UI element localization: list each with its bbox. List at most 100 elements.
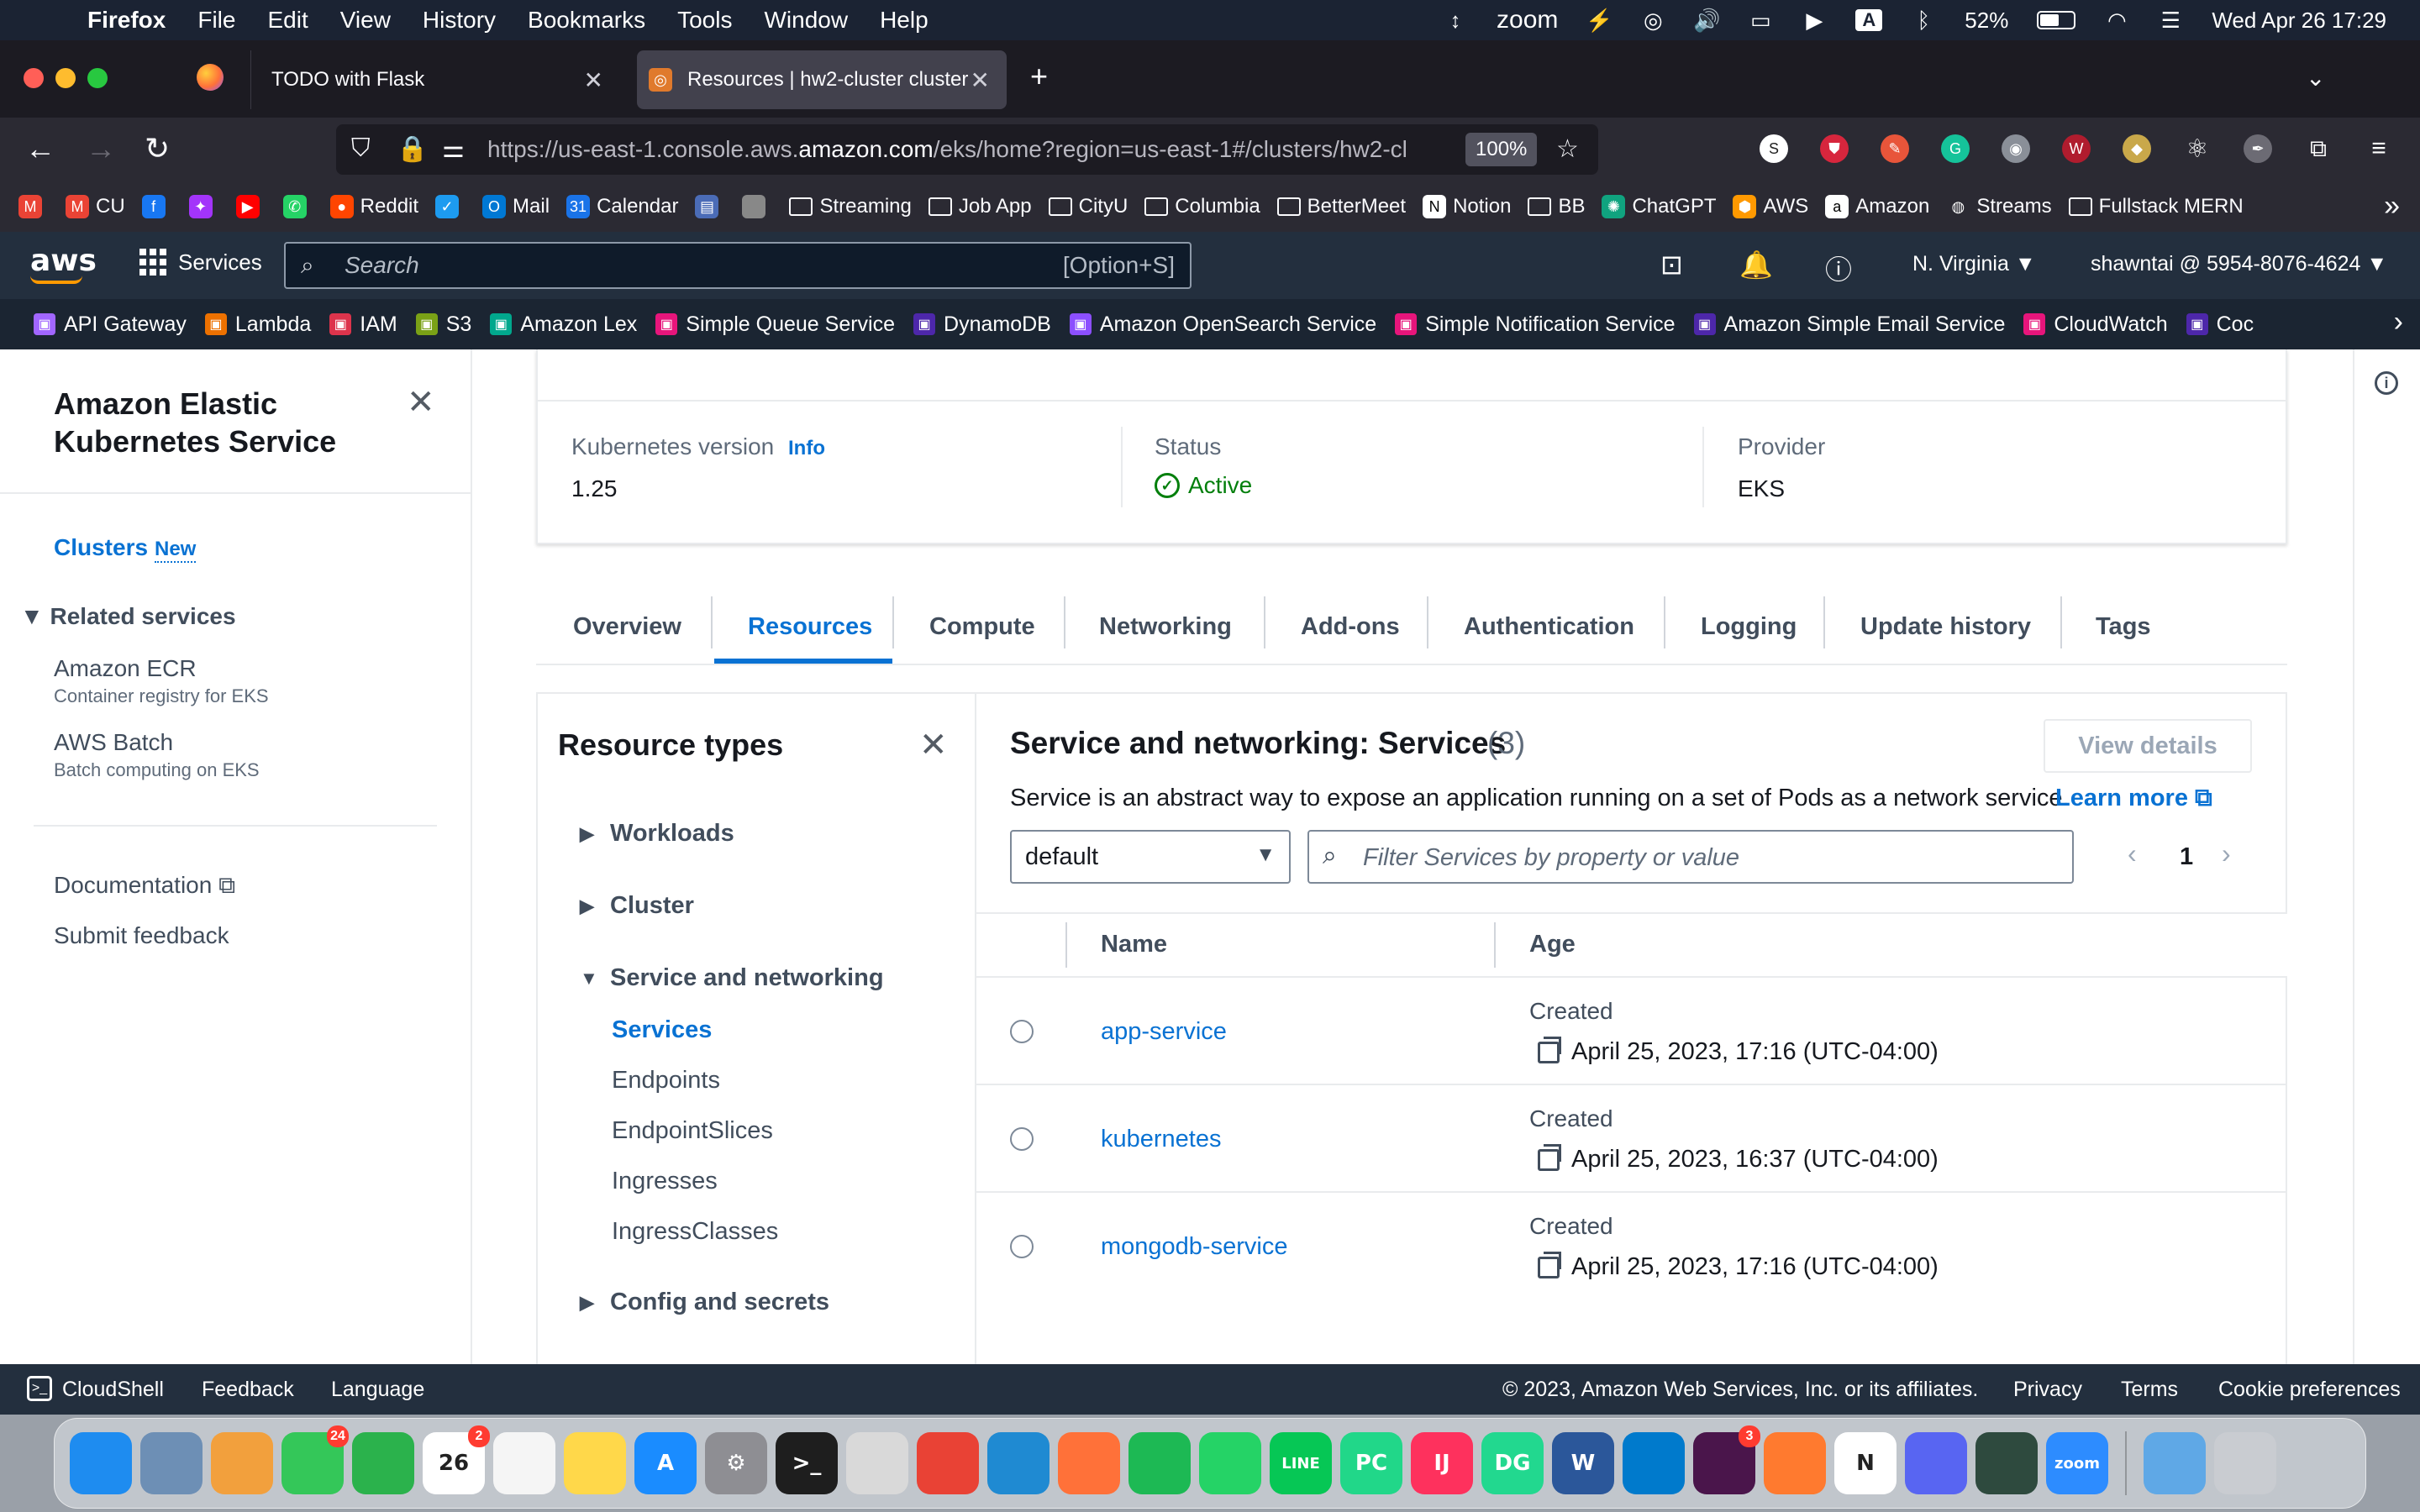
aws-favorite-item[interactable]: ▣ Amazon Simple Email Service (1693, 312, 2005, 337)
footer-cookie-preferences[interactable]: Cookie preferences (2218, 1378, 2401, 1402)
extensions-puzzle-icon[interactable]: ⧉ (2304, 134, 2333, 163)
bookmark-item[interactable]: M (18, 195, 49, 218)
bookmark-item[interactable]: ◍ Streams (1946, 195, 2051, 218)
stats-icon[interactable]: ↕ (1443, 8, 1468, 33)
learn-more-link[interactable]: Learn more ⧉ (2055, 785, 2212, 812)
window-close-button[interactable] (24, 68, 44, 88)
wifi-icon[interactable]: ◠ (2104, 8, 2129, 33)
more-bookmarks-icon[interactable]: » (2384, 190, 2400, 223)
finder-icon[interactable] (70, 1432, 132, 1494)
aws-search-box[interactable]: ⌕ [Option+S] (284, 242, 1192, 289)
aws-favorite-item[interactable]: ▣ API Gateway (34, 312, 187, 337)
resource-group-config-secrets[interactable]: ▶ Config and secrets (580, 1289, 829, 1316)
view-details-button[interactable]: View details (2044, 719, 2252, 773)
aws-favorite-item[interactable]: ▣ Lambda (204, 312, 311, 337)
discord-icon[interactable] (1905, 1432, 1967, 1494)
services-filter-input[interactable] (1363, 842, 2052, 874)
close-nav-icon[interactable]: ✕ (407, 383, 435, 422)
row-select-radio[interactable] (1010, 1020, 1034, 1043)
control-center-icon[interactable]: ☰ (2158, 8, 2183, 33)
current-page[interactable]: 1 (2180, 843, 2193, 871)
git-app-icon[interactable] (1975, 1432, 2038, 1494)
column-header-name[interactable]: Name (1101, 931, 1167, 958)
bookmark-item[interactable]: O Mail (482, 195, 550, 218)
notes-icon[interactable] (564, 1432, 626, 1494)
bluetooth-alt-icon[interactable]: ⚡ (1586, 8, 1612, 33)
aws-search-input[interactable] (345, 250, 933, 281)
sidenav-item-batch[interactable]: AWS Batch (54, 729, 173, 756)
bookmark-item[interactable]: Job App (928, 195, 1032, 218)
extension-pen-icon[interactable]: ✎ (1881, 134, 1909, 163)
extension-glasses-icon[interactable]: ◉ (2002, 134, 2030, 163)
tab-close-icon[interactable]: ✕ (971, 66, 990, 94)
copy-icon[interactable] (1538, 1143, 1561, 1171)
info-panel-icon[interactable]: i (2375, 371, 2398, 395)
tab-update-history[interactable]: Update history (1860, 588, 2031, 665)
resource-group-workloads[interactable]: ▶ Workloads (580, 820, 734, 848)
tab-tags[interactable]: Tags (2096, 588, 2151, 665)
messages-icon[interactable]: 24 (281, 1425, 349, 1494)
facetime-icon[interactable] (352, 1432, 414, 1494)
related-services-toggle[interactable]: ▼ Related services (20, 603, 236, 630)
whatsapp-icon[interactable] (1199, 1432, 1261, 1494)
bookmark-item[interactable]: ● Reddit (329, 195, 418, 218)
reload-icon[interactable]: ↻ (145, 131, 170, 166)
aws-logo[interactable]: aws (30, 244, 97, 278)
downloads-icon[interactable] (2144, 1432, 2206, 1494)
bookmark-item[interactable]: Fullstack MERN (2068, 195, 2244, 218)
footer-cloudshell[interactable]: CloudShell (62, 1378, 164, 1402)
play-icon[interactable]: ▶ (1802, 8, 1827, 33)
resource-group-cluster[interactable]: ▶ Cluster (580, 892, 694, 920)
trash-icon[interactable] (2214, 1432, 2276, 1494)
chrome-icon[interactable] (917, 1432, 979, 1494)
tab-logging[interactable]: Logging (1701, 588, 1797, 665)
service-name-link[interactable]: mongodb-service (1101, 1233, 1287, 1261)
word-icon[interactable]: W (1552, 1432, 1614, 1494)
footer-terms[interactable]: Terms (2121, 1378, 2178, 1402)
copy-icon[interactable] (1538, 1251, 1561, 1278)
battery-icon[interactable] (2037, 11, 2076, 29)
edge-icon[interactable] (987, 1432, 1050, 1494)
vscode-icon[interactable] (1623, 1432, 1685, 1494)
datagrip-icon[interactable]: DG (1481, 1432, 1544, 1494)
footer-feedback[interactable]: Feedback (202, 1378, 294, 1402)
cloudshell-icon[interactable]: >_ (27, 1376, 52, 1401)
preview-icon[interactable] (140, 1432, 203, 1494)
aws-favorite-item[interactable]: ▣ Amazon OpenSearch Service (1069, 312, 1376, 337)
tab-compute[interactable]: Compute (929, 588, 1035, 665)
bluetooth-icon[interactable]: ᛒ (1911, 8, 1936, 33)
new-tab-icon[interactable]: + (1030, 59, 1048, 94)
menu-window[interactable]: Window (764, 7, 848, 34)
intellij-icon[interactable]: IJ (1411, 1432, 1473, 1494)
bookmark-item[interactable]: ✆ (282, 195, 313, 218)
window-minimize-button[interactable] (55, 68, 76, 88)
permissions-icon[interactable]: ⚌ (442, 134, 465, 164)
lock-icon[interactable]: 🔒 (397, 134, 428, 164)
menu-edit[interactable]: Edit (267, 7, 308, 34)
resource-item-ingresses[interactable]: Ingresses (612, 1168, 718, 1195)
services-menu-button[interactable]: Services (139, 249, 262, 276)
system-settings-icon[interactable]: ⚙ (705, 1432, 767, 1494)
bookmark-item[interactable]: CityU (1048, 195, 1128, 218)
script-editor-icon[interactable] (846, 1432, 908, 1494)
hamburger-menu-icon[interactable]: ≡ (2365, 134, 2393, 163)
resource-item-services[interactable]: Services (612, 1016, 712, 1044)
cloudshell-icon[interactable]: ⊡ (1660, 249, 1683, 281)
bookmark-item[interactable]: ✓ (435, 195, 466, 218)
input-source-icon[interactable]: A (1855, 9, 1883, 31)
pen-app-icon[interactable] (1764, 1432, 1826, 1494)
menu-history[interactable]: History (423, 7, 496, 34)
url-text[interactable]: https://us-east-1.console.aws.amazon.com… (487, 136, 1454, 163)
calendar-icon[interactable]: 26 2 (423, 1425, 490, 1494)
services-filter[interactable]: ⌕ (1307, 830, 2074, 884)
resource-group-service-networking[interactable]: ▼ Service and networking (580, 964, 884, 992)
menu-help[interactable]: Help (880, 7, 929, 34)
app-menu[interactable]: Firefox (87, 7, 166, 34)
sidenav-item-clusters[interactable]: Clusters (54, 534, 148, 561)
menu-file[interactable]: File (197, 7, 235, 34)
tab-resources[interactable]: Resources (748, 588, 872, 665)
aws-favorite-item[interactable]: ▣ DynamoDB (913, 312, 1051, 337)
previous-page-icon[interactable]: ‹ (2128, 838, 2137, 869)
tab-overview[interactable]: Overview (573, 588, 681, 665)
bookmark-item[interactable]: Streaming (789, 195, 912, 218)
